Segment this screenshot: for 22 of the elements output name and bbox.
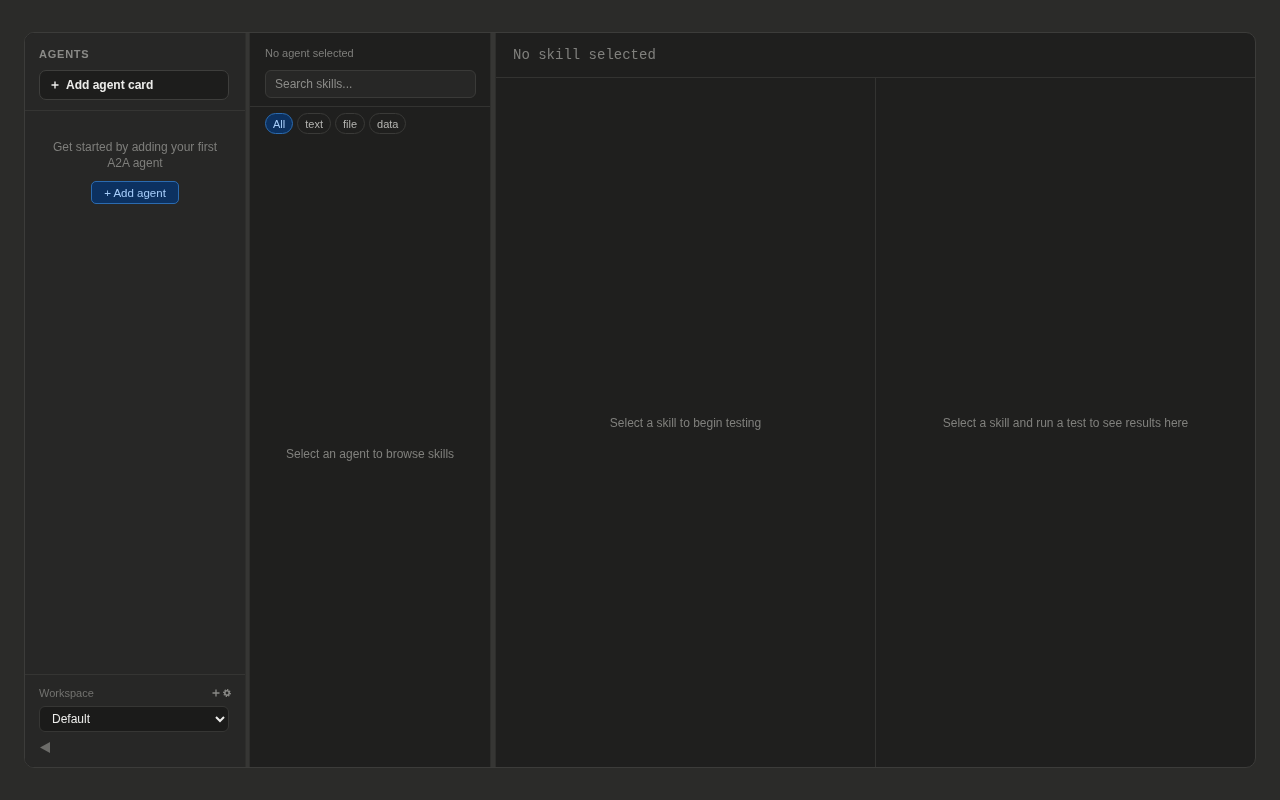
filter-chip[interactable]: file [334, 113, 366, 134]
add-agent-card-button[interactable]: Add agent card [39, 70, 229, 100]
filter-chip[interactable]: All [265, 113, 294, 134]
empty-state-text: Get started by adding your first A2A agent [51, 139, 219, 171]
plus-icon [51, 81, 59, 89]
empty-skills-text: Select an agent to browse skills [285, 446, 455, 461]
add-agent-button[interactable]: + Add agent [91, 181, 179, 204]
sidebar-heading: AGENTS [39, 47, 90, 61]
plus-icon[interactable] [212, 689, 220, 697]
agent-status-text: No agent selected [265, 46, 354, 60]
filter-chip[interactable]: text [297, 113, 331, 134]
search-field[interactable]: Search skills... [265, 70, 476, 98]
resize-handle[interactable] [245, 33, 250, 767]
skill-title: No skill selected [513, 47, 656, 63]
settings-icon[interactable] [223, 689, 231, 697]
collapse-arrow-icon[interactable] [40, 742, 50, 753]
workspace-label: Workspace [39, 687, 94, 699]
request-empty-text: Select a skill to begin testing [609, 415, 762, 430]
resize-handle[interactable] [490, 33, 496, 767]
filter-chip[interactable]: data [369, 113, 407, 134]
workspace-select[interactable]: Default [39, 706, 229, 732]
results-empty-text: Select a skill and run a test to see results here [942, 415, 1189, 430]
